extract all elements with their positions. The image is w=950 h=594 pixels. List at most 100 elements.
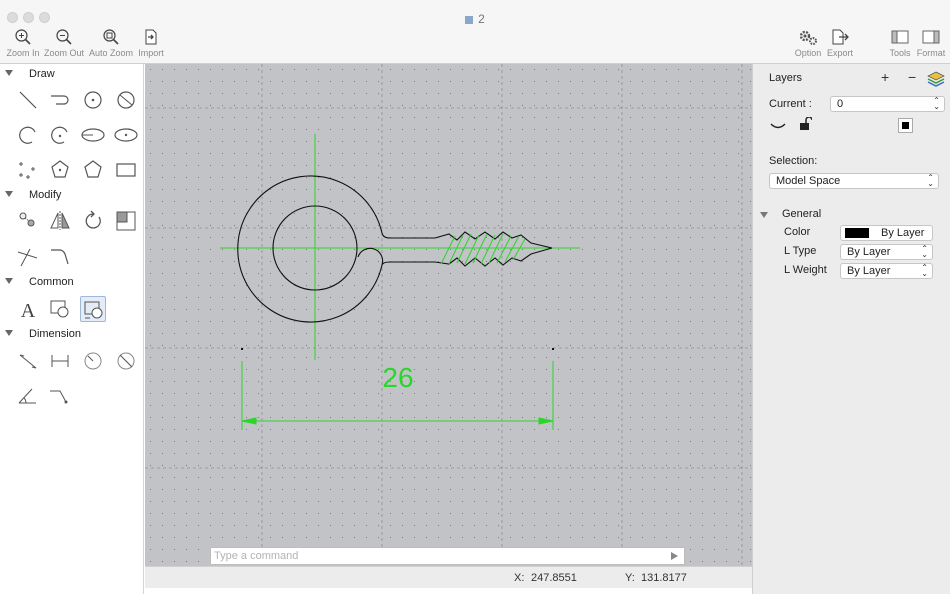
current-layer-select[interactable]: 0 ⌃ ⌄ bbox=[830, 96, 945, 112]
rotate-tool[interactable] bbox=[80, 208, 106, 234]
auto-zoom-icon bbox=[103, 29, 119, 45]
rectangle-tool[interactable] bbox=[113, 157, 139, 183]
section-draw[interactable]: Draw bbox=[0, 67, 144, 83]
disclosure-triangle-icon bbox=[5, 330, 13, 336]
ltype-select[interactable]: By Layer ⌃ ⌄ bbox=[840, 244, 933, 260]
block-tool[interactable] bbox=[47, 296, 73, 322]
drawing-canvas[interactable]: 26 bbox=[145, 64, 752, 566]
zoom-in-icon bbox=[15, 29, 31, 45]
polygon-tool[interactable] bbox=[80, 157, 106, 183]
stepper-arrows-icon: ⌃ ⌄ bbox=[927, 173, 934, 188]
layer-visible-icon[interactable] bbox=[770, 122, 786, 130]
disclosure-triangle-icon bbox=[5, 191, 13, 197]
ellipse-arc-tool[interactable] bbox=[113, 122, 139, 148]
polygon-center-tool[interactable] bbox=[47, 157, 73, 183]
leader-icon bbox=[50, 390, 68, 404]
fillet-tool[interactable] bbox=[47, 244, 73, 270]
color-select[interactable]: By Layer bbox=[840, 225, 933, 241]
command-input[interactable] bbox=[214, 549, 654, 563]
block-icon bbox=[50, 300, 69, 318]
properties-panel: Layers + − Current : 0 ⌃ ⌄ Selection: Mod… bbox=[752, 64, 950, 594]
aligned-dimension-icon bbox=[19, 354, 37, 369]
section-common[interactable]: Common bbox=[0, 275, 144, 291]
trim-tool[interactable] bbox=[15, 244, 41, 270]
diameter-dimension-tool[interactable] bbox=[113, 348, 139, 374]
export-label: Export bbox=[826, 48, 853, 58]
move-tool[interactable] bbox=[15, 208, 41, 234]
layers-title: Layers bbox=[769, 72, 803, 84]
general-disclosure-icon[interactable] bbox=[760, 212, 768, 218]
grid-dots bbox=[145, 64, 752, 566]
linear-dimension-tool[interactable] bbox=[47, 348, 73, 374]
section-common-label: Common bbox=[29, 276, 74, 288]
option-button[interactable]: Option bbox=[792, 26, 824, 64]
export-icon bbox=[832, 29, 849, 45]
zoom-out-label: Zoom Out bbox=[44, 48, 85, 58]
aligned-dimension-tool[interactable] bbox=[15, 348, 41, 374]
radius-dimension-tool[interactable] bbox=[80, 348, 106, 374]
snap-point bbox=[241, 348, 243, 350]
arc-tool[interactable] bbox=[15, 122, 41, 148]
circle-center-tool[interactable] bbox=[80, 87, 106, 113]
run-command-icon[interactable] bbox=[671, 552, 678, 560]
auto-zoom-label: Auto Zoom bbox=[88, 48, 134, 58]
document-icon bbox=[465, 16, 474, 24]
section-dimension-label: Dimension bbox=[29, 328, 81, 340]
text-icon: A bbox=[21, 300, 36, 322]
scale-tool[interactable] bbox=[113, 208, 139, 234]
selection-select[interactable]: Model Space ⌃ ⌄ bbox=[769, 173, 939, 189]
zoom-out-button[interactable]: Zoom Out bbox=[44, 26, 84, 64]
pentagon-icon bbox=[84, 160, 102, 178]
general-label: General bbox=[782, 208, 822, 220]
format-button[interactable]: Format bbox=[916, 26, 946, 64]
auto-zoom-button[interactable]: Auto Zoom bbox=[88, 26, 134, 64]
line-tool[interactable] bbox=[15, 87, 41, 113]
current-layer-value: 0 bbox=[837, 98, 844, 110]
section-modify-label: Modify bbox=[29, 189, 62, 201]
arc-center-tool[interactable] bbox=[47, 122, 73, 148]
scale-icon bbox=[116, 211, 136, 231]
zoom-in-button[interactable]: Zoom In bbox=[6, 26, 40, 64]
export-button[interactable]: Export bbox=[825, 26, 855, 64]
circle-center-icon bbox=[84, 91, 102, 109]
remove-layer-button[interactable]: − bbox=[908, 69, 916, 85]
lweight-select[interactable]: By Layer ⌃ ⌄ bbox=[840, 263, 933, 279]
unlock-icon[interactable] bbox=[798, 117, 812, 131]
gear-icon bbox=[799, 30, 817, 45]
title-bar: 2 bbox=[0, 0, 950, 26]
tools-button[interactable]: Tools bbox=[886, 26, 914, 64]
mirror-tool[interactable] bbox=[47, 208, 73, 234]
svg-text:A: A bbox=[21, 300, 36, 322]
disclosure-triangle-icon bbox=[5, 70, 13, 76]
section-dimension[interactable]: Dimension bbox=[0, 327, 144, 343]
ellipse-tool[interactable] bbox=[80, 122, 106, 148]
section-modify[interactable]: Modify bbox=[0, 188, 144, 204]
current-layer-label: Current : bbox=[769, 98, 812, 110]
drawing-area[interactable]: 26 bbox=[145, 64, 752, 566]
arc-center-icon bbox=[51, 126, 68, 144]
angular-dimension-icon bbox=[18, 388, 36, 404]
window-title-text: 2 bbox=[478, 12, 485, 26]
circle-diameter-tool[interactable] bbox=[113, 87, 139, 113]
color-value: By Layer bbox=[881, 227, 925, 239]
rectangle-icon bbox=[116, 163, 136, 177]
polyline-tool[interactable] bbox=[47, 87, 73, 113]
stepper-arrows-icon: ⌃ ⌄ bbox=[921, 263, 928, 278]
layers-icon[interactable] bbox=[927, 71, 945, 87]
stepper-arrows-icon: ⌃ ⌄ bbox=[921, 244, 928, 259]
leader-tool[interactable] bbox=[47, 383, 73, 409]
import-button[interactable]: Import bbox=[136, 26, 166, 64]
layer-color-button[interactable] bbox=[898, 118, 913, 133]
option-label: Option bbox=[794, 48, 822, 58]
point-tool[interactable] bbox=[15, 157, 41, 183]
command-line[interactable] bbox=[210, 547, 685, 565]
rotate-icon bbox=[85, 210, 101, 229]
text-tool[interactable]: A bbox=[15, 296, 41, 322]
selection-value: Model Space bbox=[776, 175, 841, 187]
add-layer-button[interactable]: + bbox=[881, 69, 889, 85]
status-bar: X: 247.8551 Y: 131.8177 bbox=[145, 566, 752, 588]
insert-block-tool[interactable] bbox=[80, 296, 106, 322]
ltype-value: By Layer bbox=[847, 246, 891, 258]
angular-dimension-tool[interactable] bbox=[15, 383, 41, 409]
ellipse-icon bbox=[81, 128, 105, 142]
